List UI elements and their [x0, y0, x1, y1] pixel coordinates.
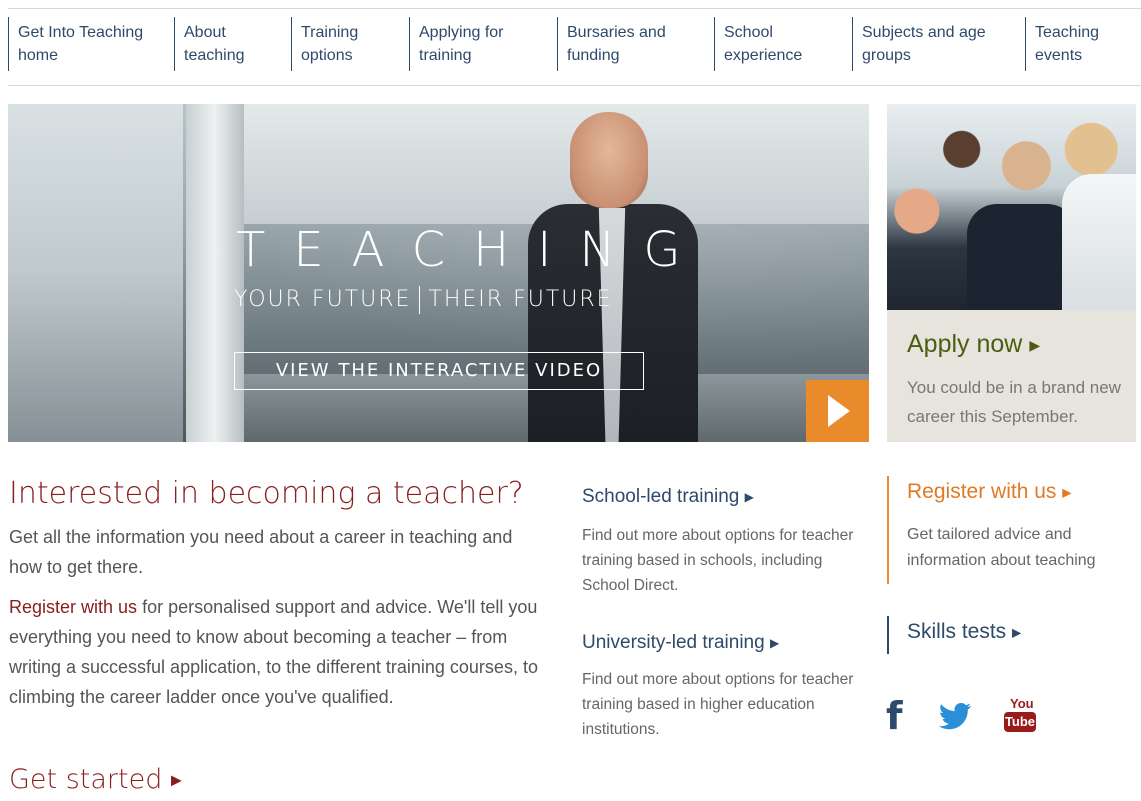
- arrow-right-icon: ▶: [744, 489, 754, 504]
- apply-now-description: You could be in a brand new career this …: [907, 378, 1121, 426]
- arrow-right-icon: ▶: [170, 772, 182, 789]
- students-photo-lab-coat: [1062, 174, 1136, 310]
- nav-item-about-label-2: teaching: [184, 47, 245, 64]
- nav-item-home-label-1: Get Into Teaching: [18, 24, 144, 41]
- university-led-training-link[interactable]: University-led training ▶: [582, 632, 779, 654]
- nav-item-teaching-events[interactable]: Teaching events: [1025, 9, 1135, 85]
- nav-item-applying-label-2: training: [419, 47, 472, 64]
- nav-item-training-options[interactable]: Training options: [291, 9, 409, 85]
- view-video-button[interactable]: VIEW THE INTERACTIVE VIDEO: [234, 352, 644, 390]
- apply-now-link[interactable]: Apply now ▶: [907, 330, 1040, 359]
- twitter-bird-glyph: [939, 703, 971, 730]
- nav-item-bursaries-label-2: funding: [567, 47, 620, 64]
- hero-title: TEACHING: [236, 222, 709, 278]
- school-led-training-label: School-led training: [582, 486, 740, 507]
- nav-item-school-experience[interactable]: School experience: [714, 9, 852, 85]
- nav-item-subjects[interactable]: Subjects and age groups: [852, 9, 1025, 85]
- nav-item-home[interactable]: Get Into Teaching home: [8, 9, 174, 85]
- register-panel: Register with us ▶ Get tailored advice a…: [887, 476, 1137, 584]
- hero-subtitle-left: YOUR FUTURE: [234, 287, 412, 312]
- nav-item-events-label-2: events: [1035, 47, 1083, 64]
- nav-item-school-label-1: School: [724, 24, 773, 41]
- students-photo-blazer: [967, 204, 1077, 310]
- nav-item-events-label-1: Teaching: [1035, 24, 1100, 41]
- apply-now-panel: Apply now ▶ You could be in a brand new …: [887, 310, 1136, 442]
- youtube-icon-top: You: [1010, 696, 1034, 711]
- youtube-icon-bottom: Tube: [1004, 712, 1036, 732]
- hero-subtitle: YOUR FUTURE THEIR FUTURE: [234, 286, 613, 314]
- play-icon[interactable]: [806, 380, 869, 442]
- skills-tests-label: Skills tests: [907, 620, 1007, 643]
- arrow-right-icon: ▶: [1012, 625, 1022, 640]
- arrow-right-icon: ▶: [1029, 336, 1041, 353]
- get-started-label: Get started: [9, 764, 163, 795]
- get-started-link[interactable]: Get started ▶: [9, 764, 182, 795]
- school-led-training-description: Find out more about options for teacher …: [582, 527, 854, 594]
- nav-item-about-label-1: About: [184, 24, 226, 41]
- nav-item-training-label-2: options: [301, 47, 353, 64]
- facebook-icon[interactable]: f: [886, 694, 908, 738]
- nav-item-bursaries[interactable]: Bursaries and funding: [557, 9, 714, 85]
- intro-lead: Get all the information you need about a…: [9, 527, 513, 577]
- university-led-training-label: University-led training: [582, 632, 765, 653]
- nav-item-applying[interactable]: Applying for training: [409, 9, 557, 85]
- nav-item-bursaries-label-1: Bursaries and: [567, 24, 666, 41]
- main-nav: Get Into Teaching home About teaching Tr…: [8, 8, 1141, 86]
- twitter-icon[interactable]: [937, 694, 973, 738]
- hero-background-window: [8, 104, 183, 442]
- hero-banner[interactable]: TEACHING YOUR FUTURE THEIR FUTURE VIEW TH…: [8, 104, 869, 442]
- register-inline-link[interactable]: Register with us: [9, 597, 137, 617]
- hero-teacher-head: [570, 112, 648, 208]
- students-photo: [887, 104, 1136, 310]
- youtube-icon[interactable]: You Tube: [1000, 694, 1038, 738]
- nav-item-home-label-2: home: [18, 47, 59, 64]
- school-led-training-link[interactable]: School-led training ▶: [582, 486, 754, 508]
- apply-now-card[interactable]: Apply now ▶ You could be in a brand new …: [887, 104, 1136, 442]
- nav-item-applying-label-1: Applying for: [419, 24, 504, 41]
- register-description: Get tailored advice and information abou…: [907, 526, 1096, 569]
- skills-tests-link[interactable]: Skills tests ▶: [907, 620, 1021, 644]
- nav-item-training-label-1: Training: [301, 24, 359, 41]
- arrow-right-icon: ▶: [1062, 485, 1072, 500]
- skills-tests-panel: Skills tests ▶: [887, 616, 1021, 654]
- nav-item-about-teaching[interactable]: About teaching: [174, 9, 291, 85]
- intro-body: Register with us for personalised suppor…: [9, 592, 554, 712]
- register-label: Register with us: [907, 480, 1057, 503]
- apply-now-label: Apply now: [907, 330, 1023, 358]
- hero-subtitle-divider: [419, 286, 421, 314]
- arrow-right-icon: ▶: [769, 635, 780, 650]
- nav-item-subjects-label-1: Subjects and age: [862, 24, 986, 41]
- intro-heading: Interested in becoming a teacher?: [9, 476, 524, 511]
- register-link[interactable]: Register with us ▶: [907, 480, 1071, 504]
- nav-item-school-label-2: experience: [724, 47, 803, 64]
- nav-item-subjects-label-2: groups: [862, 47, 911, 64]
- university-led-training-description: Find out more about options for teacher …: [582, 671, 854, 738]
- hero-subtitle-right: THEIR FUTURE: [428, 287, 613, 312]
